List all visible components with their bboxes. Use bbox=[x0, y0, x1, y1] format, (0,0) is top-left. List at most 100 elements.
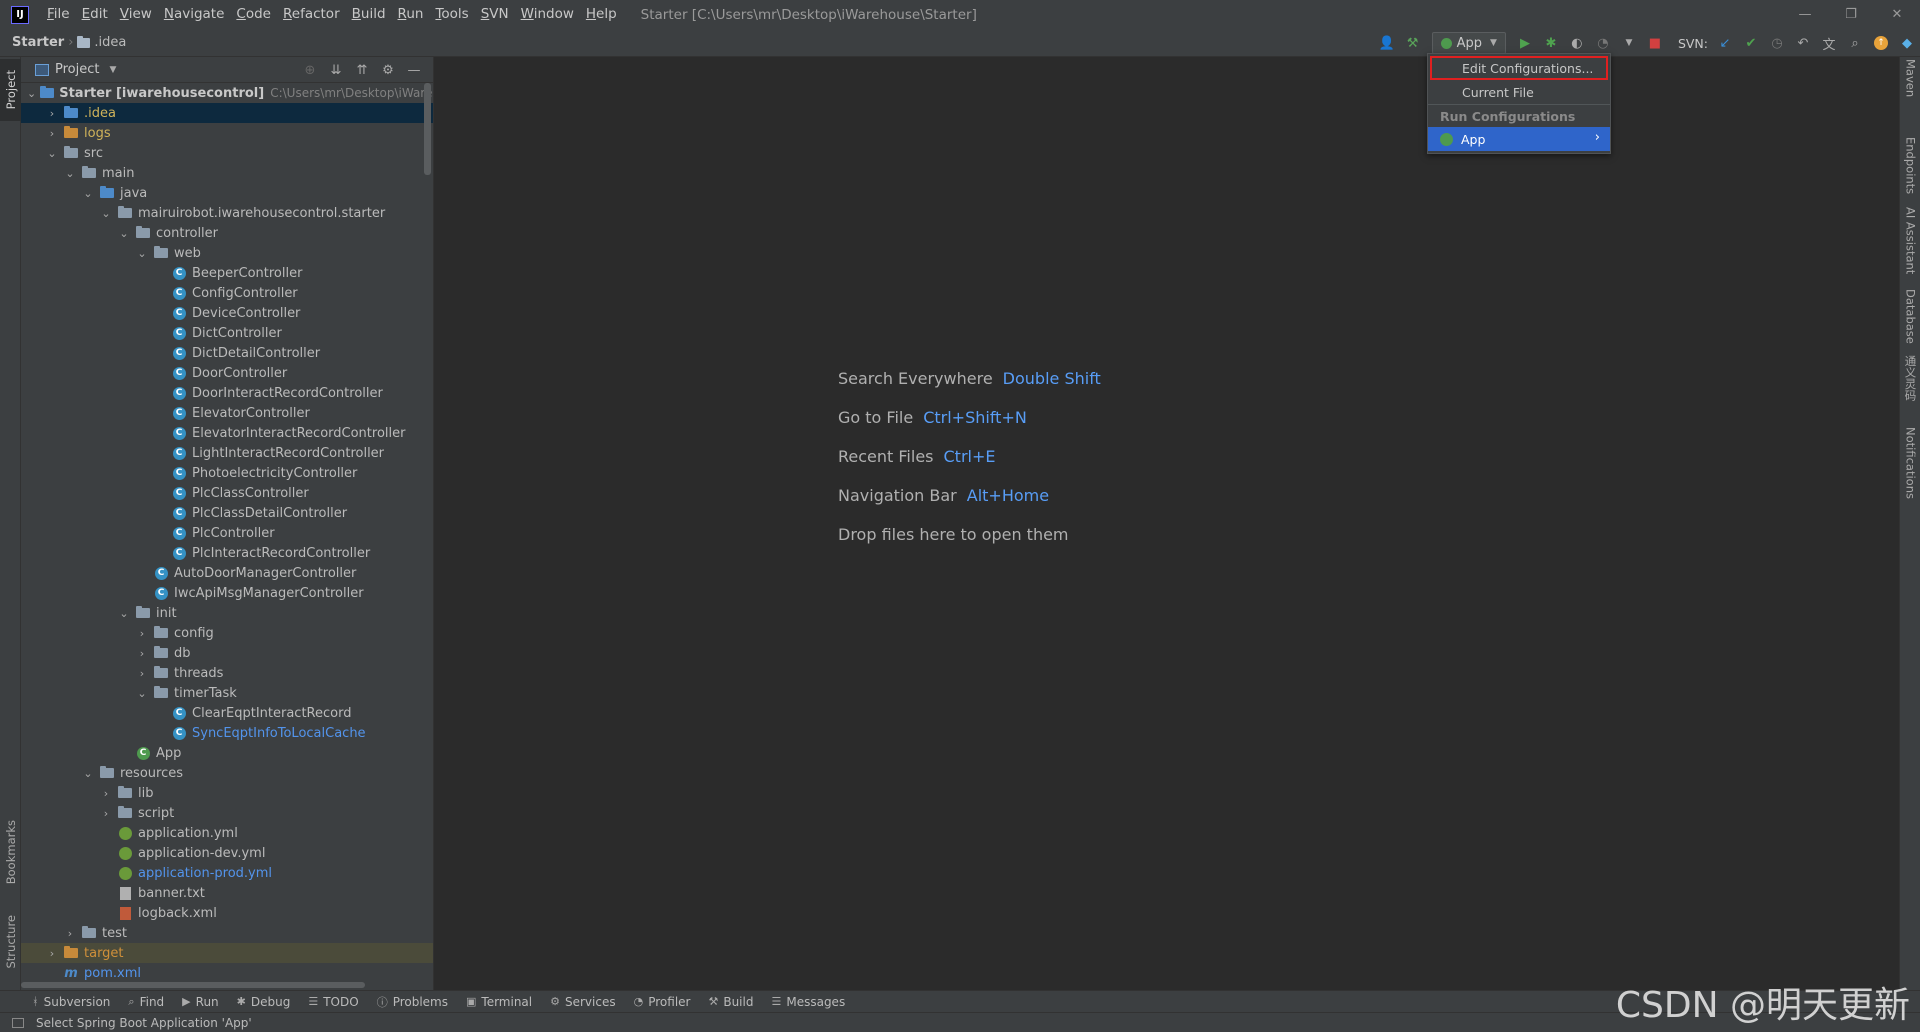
stop-icon[interactable]: ■ bbox=[1644, 32, 1666, 54]
expand-all-icon[interactable]: ⇊ bbox=[323, 59, 349, 81]
tree-node[interactable]: C DictDetailController bbox=[21, 343, 433, 363]
chevron-down-icon[interactable]: ⌄ bbox=[135, 247, 149, 260]
tree-node[interactable]: › target bbox=[21, 943, 433, 963]
tree-node[interactable]: C IwcApiMsgManagerController bbox=[21, 583, 433, 603]
run-configuration-combo[interactable]: App ▼ bbox=[1431, 32, 1506, 54]
restore-icon[interactable]: ❐ bbox=[1828, 0, 1874, 29]
bottom-tab-build[interactable]: ⚒ Build bbox=[708, 995, 753, 1009]
menu-build[interactable]: Build bbox=[346, 0, 392, 29]
project-tree-horizontal-scrollbar[interactable] bbox=[21, 982, 365, 988]
editor-empty-area[interactable]: Search Everywhere Double Shift Go to File C… bbox=[434, 57, 1899, 990]
tool-tab-right[interactable]: Endpoints bbox=[1900, 137, 1920, 207]
tree-node[interactable]: C App bbox=[21, 743, 433, 763]
tree-node[interactable]: › .idea bbox=[21, 103, 433, 123]
tree-node[interactable]: › script bbox=[21, 803, 433, 823]
project-tree-vertical-scrollbar[interactable] bbox=[424, 83, 431, 175]
menu-navigate[interactable]: Navigate bbox=[158, 0, 231, 29]
bottom-tab-problems[interactable]: ⓘ Problems bbox=[377, 994, 448, 1010]
vcs-user-icon[interactable]: 👤 bbox=[1376, 32, 1398, 54]
hide-panel-icon[interactable]: — bbox=[401, 59, 427, 81]
bottom-tab-profiler[interactable]: ◔ Profiler bbox=[634, 995, 691, 1009]
tree-node[interactable]: › threads bbox=[21, 663, 433, 683]
breadcrumb-project[interactable]: Starter bbox=[12, 35, 64, 50]
tree-node[interactable]: C PlcClassController bbox=[21, 483, 433, 503]
tree-node[interactable]: application-prod.yml bbox=[21, 863, 433, 883]
tool-tab-structure[interactable]: Structure bbox=[0, 902, 21, 982]
tree-node[interactable]: ⌄ mairuirobot.iwarehousecontrol.starter bbox=[21, 203, 433, 223]
tree-node[interactable]: C BeeperController bbox=[21, 263, 433, 283]
menu-run[interactable]: Run bbox=[392, 0, 430, 29]
tool-tab-right[interactable]: Database bbox=[1900, 289, 1920, 349]
chevron-down-icon[interactable]: ⌄ bbox=[63, 167, 77, 180]
chevron-down-icon[interactable]: ⌄ bbox=[27, 87, 36, 100]
tree-node[interactable]: C DoorInteractRecordController bbox=[21, 383, 433, 403]
status-window-icon[interactable] bbox=[12, 1017, 24, 1028]
tree-node[interactable]: › logs bbox=[21, 123, 433, 143]
more-run-chevron-icon[interactable]: ▼ bbox=[1618, 32, 1640, 54]
current-file-item[interactable]: Current File bbox=[1428, 80, 1610, 104]
menu-svn[interactable]: SVN bbox=[475, 0, 515, 29]
chevron-down-icon[interactable]: ⌄ bbox=[135, 687, 149, 700]
chevron-right-icon[interactable]: › bbox=[45, 107, 59, 120]
tree-node[interactable]: C DeviceController bbox=[21, 303, 433, 323]
bottom-tab-todo[interactable]: ☰ TODO bbox=[308, 995, 358, 1009]
tool-tab-right[interactable]: AI Assistant bbox=[1900, 207, 1920, 287]
menu-help[interactable]: Help bbox=[580, 0, 623, 29]
close-icon[interactable]: ✕ bbox=[1874, 0, 1920, 29]
search-icon[interactable]: ⌕ bbox=[1844, 32, 1866, 54]
collapse-all-icon[interactable]: ⇈ bbox=[349, 59, 375, 81]
profile-icon[interactable]: ◔ bbox=[1592, 32, 1614, 54]
chevron-right-icon[interactable]: › bbox=[99, 787, 113, 800]
bottom-tab-run[interactable]: ▶ Run bbox=[182, 995, 218, 1009]
chevron-right-icon[interactable]: › bbox=[99, 807, 113, 820]
tree-node[interactable]: ⌄ web bbox=[21, 243, 433, 263]
locate-file-icon[interactable]: ⊕ bbox=[297, 59, 323, 81]
tool-tab-right[interactable]: Notifications bbox=[1900, 427, 1920, 512]
run-icon[interactable]: ▶ bbox=[1514, 32, 1536, 54]
tree-node[interactable]: ⌄ controller bbox=[21, 223, 433, 243]
build-hammer-icon[interactable]: ⚒ bbox=[1402, 32, 1424, 54]
tree-node[interactable]: C PlcInteractRecordController bbox=[21, 543, 433, 563]
tree-node[interactable]: ⌄ timerTask bbox=[21, 683, 433, 703]
menu-file[interactable]: File bbox=[41, 0, 76, 29]
chevron-down-icon[interactable]: ⌄ bbox=[117, 607, 131, 620]
chevron-right-icon[interactable]: › bbox=[135, 647, 149, 660]
chevron-down-icon[interactable]: ⌄ bbox=[81, 767, 95, 780]
tree-node[interactable]: › test bbox=[21, 923, 433, 943]
svn-update-icon[interactable]: ↙ bbox=[1714, 32, 1736, 54]
tree-node[interactable]: logback.xml bbox=[21, 903, 433, 923]
chevron-right-icon[interactable]: › bbox=[45, 947, 59, 960]
app-configuration-item[interactable]: App › bbox=[1428, 127, 1610, 151]
tree-node[interactable]: ⌄ resources bbox=[21, 763, 433, 783]
chevron-right-icon[interactable]: › bbox=[45, 127, 59, 140]
tool-tab-right[interactable]: 通义灵码 bbox=[1900, 355, 1920, 415]
bottom-tab-subversion[interactable]: ᚼ Subversion bbox=[32, 995, 110, 1009]
chevron-right-icon[interactable]: › bbox=[135, 667, 149, 680]
menu-refactor[interactable]: Refactor bbox=[277, 0, 346, 29]
tree-node[interactable]: ⌄ init bbox=[21, 603, 433, 623]
tree-node[interactable]: ⌄ java bbox=[21, 183, 433, 203]
tree-node[interactable]: › config bbox=[21, 623, 433, 643]
chevron-right-icon[interactable]: › bbox=[135, 627, 149, 640]
gear-icon[interactable]: ⚙ bbox=[375, 59, 401, 81]
menu-code[interactable]: Code bbox=[230, 0, 277, 29]
minimize-icon[interactable]: — bbox=[1782, 0, 1828, 29]
tree-node[interactable]: ⌄ Starter [iwarehousecontrol] C:\Users\mr\… bbox=[21, 83, 433, 103]
svn-rollback-icon[interactable]: ↶ bbox=[1792, 32, 1814, 54]
chevron-down-icon[interactable]: ⌄ bbox=[117, 227, 131, 240]
tree-node[interactable]: C LightInteractRecordController bbox=[21, 443, 433, 463]
tree-node[interactable]: C PlcClassDetailController bbox=[21, 503, 433, 523]
menu-edit[interactable]: Edit bbox=[76, 0, 114, 29]
translate-icon[interactable]: 文 bbox=[1818, 32, 1840, 54]
tree-node[interactable]: C ElevatorController bbox=[21, 403, 433, 423]
chevron-right-icon[interactable]: › bbox=[63, 927, 77, 940]
menu-window[interactable]: Window bbox=[515, 0, 580, 29]
tree-node[interactable]: C ConfigController bbox=[21, 283, 433, 303]
tool-tab-right[interactable]: Maven bbox=[1900, 59, 1920, 119]
update-available-icon[interactable]: ↑ bbox=[1870, 32, 1892, 54]
tree-node[interactable]: application-dev.yml bbox=[21, 843, 433, 863]
chevron-down-icon[interactable]: ▼ bbox=[109, 65, 116, 75]
bottom-tab-services[interactable]: ⚙ Services bbox=[550, 995, 615, 1009]
bottom-tab-find[interactable]: ⌕ Find bbox=[128, 995, 164, 1009]
coverage-icon[interactable]: ◐ bbox=[1566, 32, 1588, 54]
